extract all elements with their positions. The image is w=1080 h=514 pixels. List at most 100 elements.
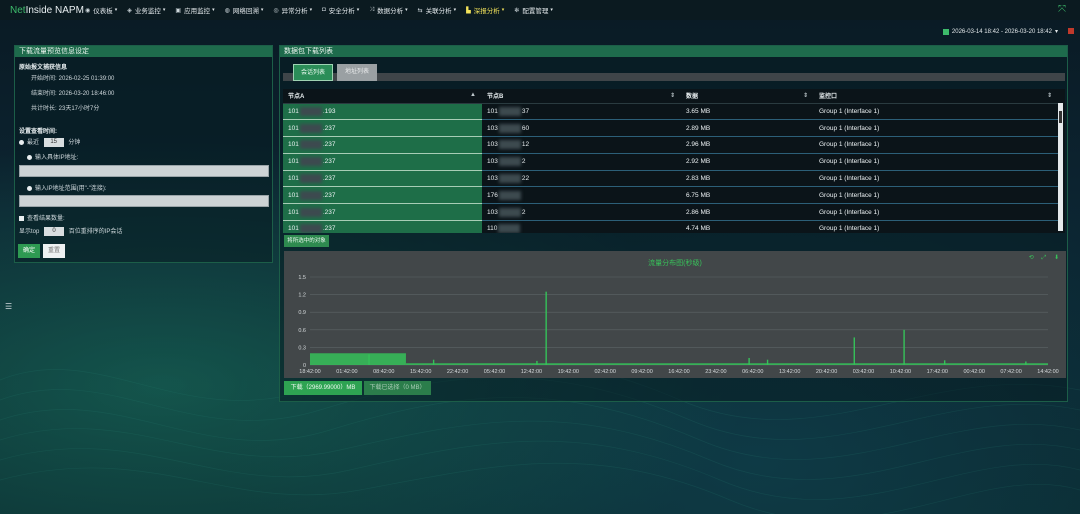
shuffle-icon: ⤨ <box>369 6 375 13</box>
business-icon: ◈ <box>127 7 132 14</box>
close-icon[interactable] <box>1068 28 1074 34</box>
nav-item-0[interactable]: ◉ 仪表板 ▾ <box>80 0 122 20</box>
cell-node-a: 101.237 <box>283 153 482 171</box>
panel-title: 下载流量预览信息设定 <box>15 46 272 57</box>
fullscreen-icon[interactable]: ⤧ <box>1058 4 1066 15</box>
traffic-spike <box>1025 361 1027 365</box>
x-tick-label: 03:42:00 <box>853 369 874 375</box>
table-row[interactable]: 101.237 103 2 2.92 MB Group 1 (Interface 1) <box>283 153 1058 171</box>
end-time-row: 结束时间: 2026-03-20 18:46:00 <box>31 91 115 97</box>
cell-data: 2.96 MB <box>681 136 814 154</box>
nav-item-4[interactable]: ◎ 异常分析 ▾ <box>268 0 317 20</box>
nav-item-label: 安全分析 <box>328 8 355 15</box>
cell-data: 2.89 MB <box>681 119 814 138</box>
tab-address-list[interactable]: 地址列表 <box>337 64 377 81</box>
cell-data: 2.86 MB <box>681 203 814 222</box>
cell-interface: Group 1 (Interface 1) <box>814 136 1058 154</box>
x-tick-label: 02:42:00 <box>594 369 615 375</box>
nav-item-7[interactable]: ⇆ 关联分析 ▾ <box>413 0 462 20</box>
column-header-node-b[interactable]: 节点B ⇕ <box>482 89 681 104</box>
x-tick-label: 05:42:00 <box>484 369 505 375</box>
table-row[interactable]: 101.237 103 2 2.86 MB Group 1 (Interface 1) <box>283 203 1058 222</box>
traffic-spike <box>536 360 538 365</box>
table-row[interactable]: 101.237 103 12 2.96 MB Group 1 (Interface 1) <box>283 136 1058 154</box>
x-tick-label: 09:42:00 <box>631 369 652 375</box>
show-top-input[interactable]: 0 <box>44 226 65 236</box>
table-row[interactable]: 101.237 103 22 2.83 MB Group 1 (Interface 1) <box>283 170 1058 188</box>
cell-node-b: 103 12 <box>482 136 681 154</box>
caret-down-icon: ▾ <box>1054 29 1058 35</box>
ip-range-input[interactable] <box>19 195 269 207</box>
traffic-spike <box>748 357 750 365</box>
caret-down-icon: ▾ <box>453 7 457 13</box>
confirm-button[interactable]: 确定 <box>18 244 40 258</box>
download-button[interactable]: 下载（2969.99000）MB <box>284 381 362 395</box>
nav-item-label: 业务监控 <box>134 8 161 15</box>
column-header-interface[interactable]: 监控口 ⇕ <box>814 89 1058 104</box>
nav-item-9[interactable]: ✻ 配置管理 ▾ <box>509 0 558 20</box>
app-logo[interactable]: NetInside NAPM <box>0 5 84 16</box>
cell-node-a: 101.237 <box>283 186 482 205</box>
date-range-picker[interactable]: 2026-03-14 18:42 - 2026-03-20 18:42 ▾ <box>942 28 1058 35</box>
table-row[interactable]: 101.237 103 60 2.89 MB Group 1 (Interface 1) <box>283 119 1058 138</box>
traffic-spike <box>943 360 946 365</box>
x-tick-label: 01:42:00 <box>336 369 357 375</box>
sort-icon: ⇕ <box>1046 93 1052 99</box>
nav-item-3[interactable]: ◍ 网络回溯 ▾ <box>220 0 269 20</box>
traffic-chart: 流量分布图(秒级) ⟲ ⤢ ⬇ 1.5 1.2 0.9 0.6 0.3 0 18:42:00… <box>284 251 1066 378</box>
y-tick-label: 1.2 <box>298 293 306 299</box>
cell-interface: Group 1 (Interface 1) <box>814 186 1058 205</box>
cell-interface: Group 1 (Interface 1) <box>814 203 1058 222</box>
x-tick-label: 14:42:00 <box>1037 369 1058 375</box>
gear-icon: ✻ <box>514 7 520 14</box>
ip-range-row: 输入IP地址范围(用"-"连接): <box>27 183 107 192</box>
caret-down-icon: ▾ <box>550 7 553 13</box>
nav-item-label: 关联分析 <box>425 8 452 15</box>
list-tabs: 会话列表 地址列表 <box>283 64 1065 81</box>
bar-chart-icon: ▙ <box>466 7 471 14</box>
cell-interface: Group 1 (Interface 1) <box>814 119 1058 138</box>
traffic-spike <box>368 354 370 365</box>
sort-icon: ⇕ <box>669 93 675 99</box>
download-filtered-button[interactable]: 下载已选择（0 MB） <box>364 381 431 395</box>
ip-address-row: 输入具体IP地址: <box>27 152 78 161</box>
x-tick-label: 06:42:00 <box>742 369 763 375</box>
nav-item-6[interactable]: ⤨ 数据分析 ▾ <box>364 0 412 20</box>
start-time-row: 开始时间: 2026-02-25 01:39:00 <box>31 76 115 82</box>
caret-down-icon: ▾ <box>260 7 264 13</box>
sidebar-toggle-icon[interactable]: ☰ <box>5 302 12 311</box>
reset-button[interactable]: 重置 <box>43 244 65 258</box>
caret-down-icon: ▾ <box>162 7 166 13</box>
nav-item-label: 异常分析 <box>281 8 308 15</box>
date-range-text: 2026-03-14 18:42 - 2026-03-20 18:42 <box>951 28 1052 35</box>
table-scrollbar[interactable] <box>1058 103 1063 231</box>
ip-radio[interactable] <box>27 154 32 160</box>
x-tick-label: 23:42:00 <box>705 369 726 375</box>
nav-item-1[interactable]: ◈ 业务监控 ▾ <box>122 0 170 20</box>
column-header-data[interactable]: 数据 ⇕ <box>681 89 814 104</box>
x-tick-label: 16:42:00 <box>668 369 689 375</box>
ip-address-input[interactable] <box>19 165 269 177</box>
cell-node-a: 101.237 <box>283 203 482 222</box>
table-row[interactable]: 101.237 176 6.75 MB Group 1 (Interface 1) <box>283 186 1058 205</box>
nav-item-8[interactable]: ▙ 深报分析 ▾ <box>461 0 509 20</box>
download-selected-button[interactable]: 将所选中的对象 <box>284 235 329 247</box>
tab-session-list[interactable]: 会话列表 <box>293 64 333 81</box>
y-tick-label: 1.5 <box>298 275 306 281</box>
nav-item-2[interactable]: ▣ 应用监控 ▾ <box>170 0 219 20</box>
x-tick-label: 15:42:00 <box>410 369 431 375</box>
y-tick-label: 0.9 <box>298 310 306 316</box>
recent-radio[interactable] <box>19 139 24 145</box>
table-row[interactable]: 101.193 101 37 3.65 MB Group 1 (Interface 1) <box>283 103 1058 121</box>
recent-minutes-row: 最近 15 分钟 <box>19 137 80 147</box>
cell-data: 6.75 MB <box>681 186 814 205</box>
ip-range-radio[interactable] <box>27 185 32 191</box>
cell-data: 3.65 MB <box>681 103 814 121</box>
session-table: 节点A ▲ 节点B ⇕ 数据 ⇕ 监控口 ⇕ 101.193 101 37 3.65 MB Gr… <box>283 89 1065 233</box>
column-header-node-a[interactable]: 节点A ▲ <box>283 89 482 104</box>
cell-data: 4.74 MB <box>681 220 814 233</box>
table-row[interactable]: 101.237 110 4.74 MB Group 1 (Interface 1) <box>283 220 1058 233</box>
nav-item-5[interactable]: ◘ 安全分析 ▾ <box>317 0 364 20</box>
recent-minutes-input[interactable]: 15 <box>43 137 64 147</box>
view-results-checkbox[interactable] <box>19 215 24 221</box>
